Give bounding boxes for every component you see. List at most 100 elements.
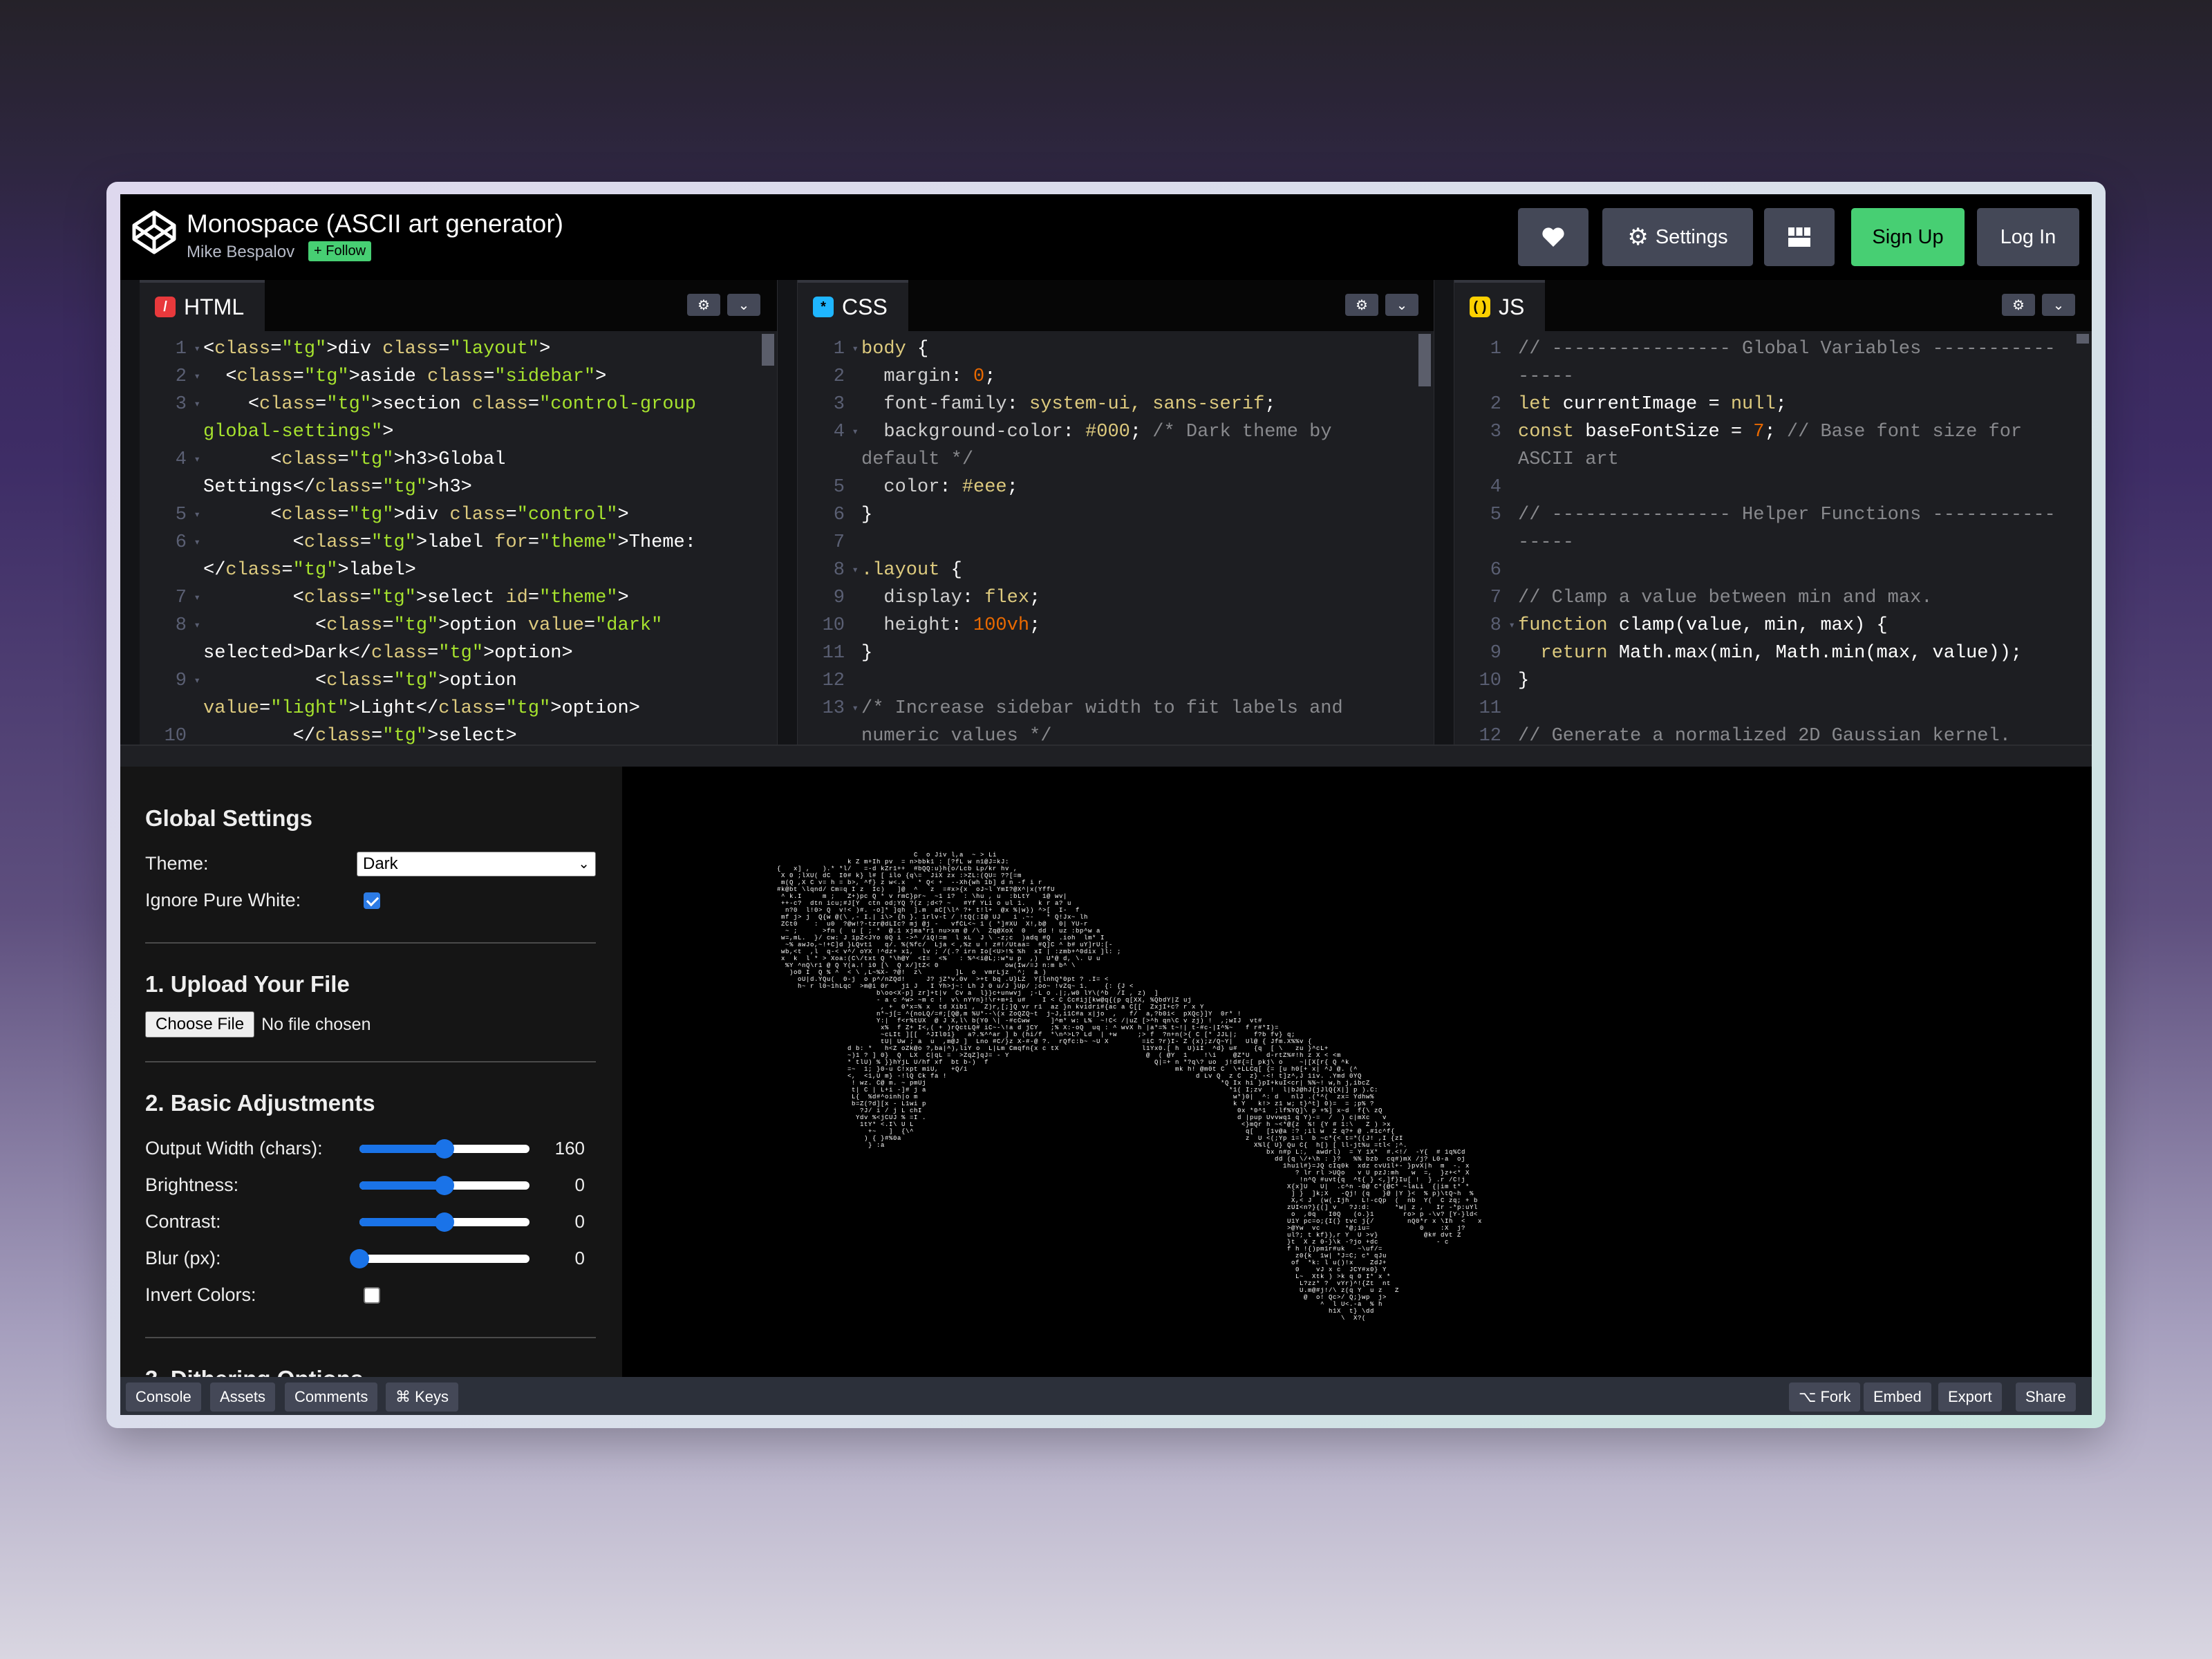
- html-scrollbar[interactable]: [762, 334, 774, 366]
- slider-thumb[interactable]: [435, 1212, 454, 1232]
- fold-arrow-icon[interactable]: ▾: [194, 391, 200, 418]
- js-collapse-icon[interactable]: ⌄: [2042, 294, 2075, 316]
- css-settings-icon[interactable]: ⚙: [1345, 294, 1378, 316]
- css-code[interactable]: 1 ▾ body {2 margin: 0; 3 font-family: syste…: [798, 331, 1434, 744]
- code-line[interactable]: 8 ▾ .layout {: [798, 556, 1434, 584]
- console-button[interactable]: Console: [126, 1382, 201, 1412]
- js-scrollbar[interactable]: [2077, 334, 2089, 344]
- fold-arrow-icon[interactable]: ▾: [194, 612, 200, 639]
- signup-button[interactable]: Sign Up: [1851, 208, 1965, 266]
- fold-arrow-icon[interactable]: ▾: [852, 335, 859, 363]
- fold-arrow-icon[interactable]: ▾: [194, 667, 200, 695]
- login-button[interactable]: Log In: [1977, 208, 2079, 266]
- fold-arrow-icon[interactable]: ▾: [852, 556, 859, 584]
- slider-thumb[interactable]: [350, 1248, 369, 1268]
- author-name[interactable]: Mike Bespalov: [187, 243, 294, 262]
- html-collapse-icon[interactable]: ⌄: [727, 294, 760, 316]
- code-line[interactable]: 12// Generate a normalized 2D Gaussian k…: [1454, 722, 2092, 744]
- code-line[interactable]: 2 ▾ <class="tg">aside class="sidebar">: [140, 363, 777, 391]
- fold-arrow-icon[interactable]: ▾: [194, 446, 200, 474]
- share-button[interactable]: Share: [2016, 1382, 2076, 1412]
- html-code[interactable]: 1 ▾ <class="tg">div class="layout"> 2 ▾ <cla…: [140, 331, 777, 744]
- fold-arrow-icon[interactable]: ▾: [194, 363, 200, 391]
- fold-arrow-icon[interactable]: ▾: [1508, 612, 1515, 639]
- slider-thumb[interactable]: [435, 1138, 454, 1159]
- layout-button[interactable]: [1764, 208, 1835, 266]
- fold-arrow-icon[interactable]: ▾: [194, 335, 200, 363]
- html-settings-icon[interactable]: ⚙: [687, 294, 720, 316]
- fold-arrow-icon[interactable]: ▾: [194, 501, 200, 529]
- pane-divider[interactable]: [1434, 280, 1454, 744]
- fold-arrow-icon[interactable]: ▾: [852, 695, 859, 722]
- code-line[interactable]: 7: [798, 529, 1434, 556]
- code-line[interactable]: 4 ▾ background-color: #000; /* Dark theme…: [798, 418, 1434, 474]
- code-line[interactable]: 10 </class="tg">select>: [140, 722, 777, 744]
- code-line[interactable]: 5 ▾ <class="tg">div class="control">: [140, 501, 777, 529]
- export-button[interactable]: Export: [1938, 1382, 2002, 1412]
- code-line[interactable]: 3 const baseFontSize = 7; // Base font si…: [1454, 418, 2092, 474]
- code-line[interactable]: 7// Clamp a value between min and max.: [1454, 584, 2092, 612]
- tab-css[interactable]: * CSS: [798, 280, 908, 331]
- choose-file-button[interactable]: Choose File: [145, 1011, 255, 1038]
- js-editor[interactable]: ( ) JS ⚙ ⌄ 1// ---------------- Global V…: [1454, 280, 2092, 744]
- fold-arrow-icon[interactable]: ▾: [194, 584, 200, 612]
- fork-button[interactable]: ⌥ Fork: [1789, 1382, 1861, 1412]
- code-line[interactable]: 1 ▾ <class="tg">div class="layout">: [140, 335, 777, 363]
- fold-arrow-icon[interactable]: ▾: [194, 529, 200, 556]
- code-line[interactable]: 10 height: 100vh;: [798, 612, 1434, 639]
- js-code[interactable]: 1// ---------------- Global Variables --…: [1454, 331, 2092, 744]
- svg-text:!: !: [1358, 1280, 1361, 1287]
- code-line[interactable]: 4: [1454, 474, 2092, 501]
- code-line[interactable]: 6}: [798, 501, 1434, 529]
- html-editor[interactable]: / HTML ⚙ ⌄ 1 ▾ <class="tg">div class="layo…: [140, 280, 777, 744]
- theme-select[interactable]: Dark ⌄: [357, 851, 596, 877]
- css-scrollbar[interactable]: [1418, 334, 1431, 386]
- css-collapse-icon[interactable]: ⌄: [1385, 294, 1418, 316]
- code-line[interactable]: 13 ▾/* Increase sidebar width to fit labe…: [798, 695, 1434, 744]
- assets-button[interactable]: Assets: [210, 1382, 276, 1412]
- code-line[interactable]: 4 ▾ <class="tg">h3>Global Settings</class…: [140, 446, 777, 501]
- tab-html[interactable]: / HTML: [140, 280, 265, 331]
- code-line[interactable]: 6: [1454, 556, 2092, 584]
- fold-arrow-icon[interactable]: ▾: [852, 418, 859, 446]
- code-line[interactable]: 7 ▾ <class="tg">select id="theme">: [140, 584, 777, 612]
- invert-checkbox[interactable]: [364, 1286, 380, 1304]
- embed-button[interactable]: Embed: [1864, 1382, 1931, 1412]
- code-line[interactable]: 11}: [798, 639, 1434, 667]
- tab-js[interactable]: ( ) JS: [1454, 280, 1546, 331]
- resize-bar[interactable]: [120, 744, 2092, 767]
- code-line[interactable]: 11: [1454, 695, 2092, 722]
- code-line[interactable]: 2 let currentImage = null;: [1454, 391, 2092, 418]
- js-settings-icon[interactable]: ⚙: [2002, 294, 2035, 316]
- svg-text:.: .: [1283, 1038, 1286, 1045]
- pane-divider[interactable]: [777, 280, 798, 744]
- slider-track[interactable]: [359, 1254, 529, 1263]
- ignore-white-checkbox[interactable]: [364, 892, 380, 909]
- code-line[interactable]: 9 ▾ <class="tg">option value="light">Ligh…: [140, 667, 777, 722]
- svg-text:Q: Q: [1080, 1024, 1083, 1031]
- settings-button[interactable]: ⚙ Settings: [1602, 208, 1753, 266]
- code-line[interactable]: 2 margin: 0;: [798, 363, 1434, 391]
- codepen-logo-icon[interactable]: [130, 208, 178, 256]
- code-line[interactable]: 9 return Math.max(min, Math.min(max, val…: [1454, 639, 2092, 667]
- code-line[interactable]: 6 ▾ <class="tg">label for="theme">Theme:<…: [140, 529, 777, 584]
- code-line[interactable]: 5// ---------------- Helper Functions --…: [1454, 501, 2092, 556]
- code-line[interactable]: 12: [798, 667, 1434, 695]
- comments-button[interactable]: Comments: [285, 1382, 378, 1412]
- follow-button[interactable]: + Follow: [308, 241, 372, 261]
- code-line[interactable]: 8 ▾ function clamp(value, min, max) {: [1454, 612, 2092, 639]
- like-button[interactable]: [1518, 208, 1588, 266]
- code-line[interactable]: 8 ▾ <class="tg">option value="dark" selec…: [140, 612, 777, 667]
- code-line[interactable]: 5 color: #eee;: [798, 474, 1434, 501]
- pen-title[interactable]: Monospace (ASCII art generator): [187, 209, 563, 238]
- svg-text:+: +: [1349, 1128, 1353, 1135]
- code-line[interactable]: 3 ▾ <class="tg">section class="control-gr…: [140, 391, 777, 446]
- code-line[interactable]: 1// ---------------- Global Variables --…: [1454, 335, 2092, 391]
- code-line[interactable]: 1 ▾ body {: [798, 335, 1434, 363]
- css-editor[interactable]: * CSS ⚙ ⌄ 1 ▾ body {2 margin: 0; 3 font-fam…: [798, 280, 1434, 744]
- keys-button[interactable]: ⌘ Keys: [386, 1382, 459, 1412]
- code-line[interactable]: 3 font-family: system-ui, sans-serif;: [798, 391, 1434, 418]
- code-line[interactable]: 10}: [1454, 667, 2092, 695]
- code-line[interactable]: 9 display: flex;: [798, 584, 1434, 612]
- slider-thumb[interactable]: [435, 1175, 454, 1195]
